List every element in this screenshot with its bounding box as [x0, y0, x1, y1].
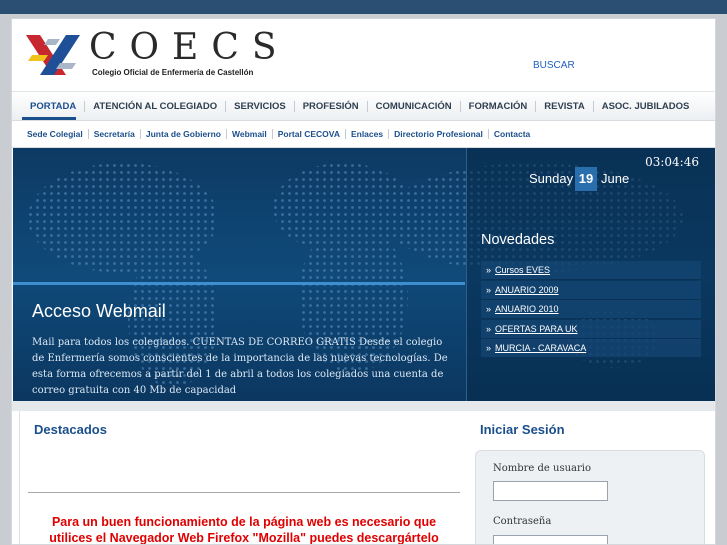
destacados-title: Destacados [34, 422, 107, 437]
logo-subtitle: Colegio Oficial de Enfermería de Castell… [92, 68, 254, 77]
coecs-x-logo-icon [26, 35, 80, 75]
divider [28, 492, 460, 493]
novedades-item-label[interactable]: ANUARIO 2009 [495, 285, 559, 295]
page-container: COECS Colegio Oficial de Enfermería de C… [11, 18, 716, 545]
novedades-title: Novedades [481, 232, 555, 248]
active-nav-indicator [22, 117, 76, 120]
login-form: Nombre de usuario Contraseña [475, 450, 705, 544]
novedades-item[interactable]: » ANUARIO 2009 [481, 280, 701, 300]
content-gutter [12, 401, 715, 411]
nav-item-portada[interactable]: PORTADA [22, 100, 86, 112]
nav-item-formacion[interactable]: FORMACIÓN [461, 100, 537, 112]
novedades-item-label[interactable]: MURCIA - CARAVACA [495, 343, 586, 353]
double-chevron-right-icon: » [486, 323, 492, 334]
date-weekday: Sunday [529, 171, 574, 186]
banner-title[interactable]: Acceso Webmail [32, 301, 166, 322]
browser-notice-line1: Para un buen funcionamiento de la página… [51, 515, 437, 529]
site-logo[interactable]: COECS Colegio Oficial de Enfermería de C… [26, 27, 296, 79]
nav-item-revista[interactable]: REVISTA [536, 100, 594, 112]
subnav-item-enlaces[interactable]: Enlaces [346, 129, 390, 139]
subnav-item-junta-de-gobierno[interactable]: Junta de Gobierno [141, 129, 227, 139]
search-link[interactable]: BUSCAR [533, 60, 575, 71]
novedades-item-label[interactable]: OFERTAS PARA UK [495, 324, 578, 334]
subnav-item-contacta[interactable]: Contacta [489, 129, 535, 139]
subnav-item-sede-colegial[interactable]: Sede Colegial [22, 129, 89, 139]
main-navigation: PORTADA ATENCIÓN AL COLEGIADO SERVICIOS … [12, 91, 715, 121]
double-chevron-right-icon: » [486, 284, 492, 295]
nav-item-comunicacion[interactable]: COMUNICACIÓN [368, 100, 461, 112]
hero-banner: Acceso Webmail Mail para todos los coleg… [13, 148, 715, 401]
subnav-item-webmail[interactable]: Webmail [227, 129, 273, 139]
password-input[interactable] [493, 535, 608, 544]
news-panel: 03:04:46 Sunday 19 June Novedades » Curso… [466, 148, 715, 401]
username-label: Nombre de usuario [493, 463, 592, 474]
password-label: Contraseña [493, 516, 552, 527]
logo-title: COECS [89, 27, 290, 68]
novedades-item[interactable]: » ANUARIO 2010 [481, 300, 701, 319]
novedades-item[interactable]: » Cursos EVES [481, 261, 701, 280]
clock-time: 03:04:46 [645, 155, 699, 169]
date-month: June [601, 171, 630, 186]
date-day-number: 19 [575, 167, 597, 191]
login-title: Iniciar Sesión [480, 422, 565, 437]
novedades-item[interactable]: » MURCIA - CARAVACA [481, 339, 701, 358]
banner-text: Mail para todos los colegiados. CUENTAS … [32, 337, 448, 396]
sub-navigation: Sede Colegial Secretaría Junta de Gobier… [12, 121, 715, 148]
subnav-item-secretaria[interactable]: Secretaría [89, 129, 141, 139]
subnav-item-portal-cecova[interactable]: Portal CECOVA [273, 129, 346, 139]
novedades-item-label[interactable]: Cursos EVES [495, 265, 550, 275]
novedades-list: » Cursos EVES » ANUARIO 2009 » ANUARIO 2010… [481, 261, 701, 359]
nav-item-asoc-jubilados[interactable]: ASOC. JUBILADOS [594, 101, 698, 112]
nav-item-atencion-al-colegiado[interactable]: ATENCIÓN AL COLEGIADO [85, 100, 227, 112]
username-input[interactable] [493, 481, 608, 501]
double-chevron-right-icon: » [486, 304, 492, 314]
nav-item-servicios[interactable]: SERVICIOS [226, 100, 295, 112]
nav-item-profesion[interactable]: PROFESIÓN [295, 100, 368, 112]
banner-highlight-band [13, 282, 465, 285]
browser-notice: Para un buen funcionamiento de la página… [20, 514, 468, 545]
destacados-section: Destacados Para un buen funcionamiento d… [19, 411, 468, 545]
login-section: Iniciar Sesión Nombre de usuario Contras… [468, 411, 715, 544]
top-bar [0, 0, 727, 14]
novedades-item-label[interactable]: ANUARIO 2010 [495, 304, 559, 314]
novedades-item[interactable]: » OFERTAS PARA UK [481, 319, 701, 339]
subnav-item-directorio-profesional[interactable]: Directorio Profesional [389, 129, 489, 139]
browser-notice-line2: utilices el Navegador Web Firefox "Mozil… [49, 531, 439, 545]
double-chevron-right-icon: » [486, 265, 492, 275]
double-chevron-right-icon: » [486, 343, 492, 353]
